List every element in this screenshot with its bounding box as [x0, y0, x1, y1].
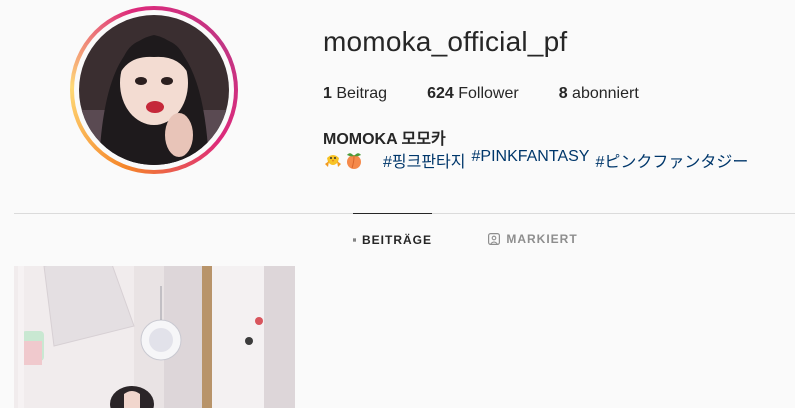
- profile-full-name: MOMOKA 모모카: [323, 131, 446, 148]
- posts-count: 1: [323, 85, 332, 102]
- profile-bio: #핑크판타지 #PINKFANTASY #ピンクファンタジー: [323, 148, 754, 172]
- profile-avatar-story-ring[interactable]: [70, 6, 238, 174]
- tab-tagged[interactable]: MARKIERT: [488, 213, 578, 265]
- post-thumbnail[interactable]: [14, 266, 295, 408]
- tab-posts[interactable]: BEITRÄGE: [353, 213, 432, 265]
- avatar-gap: [74, 10, 234, 170]
- following-count: 8: [558, 85, 568, 102]
- tab-tagged-label: MARKIERT: [506, 232, 578, 246]
- hashtag-link[interactable]: #PINKFANTASY: [472, 148, 590, 172]
- chick-emoji: [325, 155, 341, 167]
- following-count-stat[interactable]: 8 abonniert: [559, 85, 639, 103]
- bio-hashtags: #핑크판타지 #PINKFANTASY #ピンクファンタジー: [383, 148, 754, 172]
- profile-username: momoka_official_pf: [323, 26, 568, 57]
- posts-label: Beitrag: [336, 85, 388, 102]
- tagged-user-icon: [488, 233, 501, 245]
- profile-stats: 1 Beitrag 624 Follower 8 abonniert: [323, 85, 679, 103]
- followers-count-stat[interactable]: 624 Follower: [427, 85, 519, 103]
- followers-label: Follower: [458, 85, 519, 102]
- followers-count: 624: [427, 85, 454, 102]
- hashtag-link[interactable]: #ピンクファンタジー: [595, 148, 748, 172]
- peach-emoji: [347, 153, 361, 169]
- following-label: abonniert: [572, 85, 639, 102]
- grid-icon: [353, 237, 356, 242]
- posts-count-stat[interactable]: 1 Beitrag: [323, 85, 387, 103]
- profile-avatar: [79, 15, 229, 165]
- hashtag-link[interactable]: #핑크판타지: [383, 148, 466, 172]
- tab-posts-label: BEITRÄGE: [361, 232, 432, 247]
